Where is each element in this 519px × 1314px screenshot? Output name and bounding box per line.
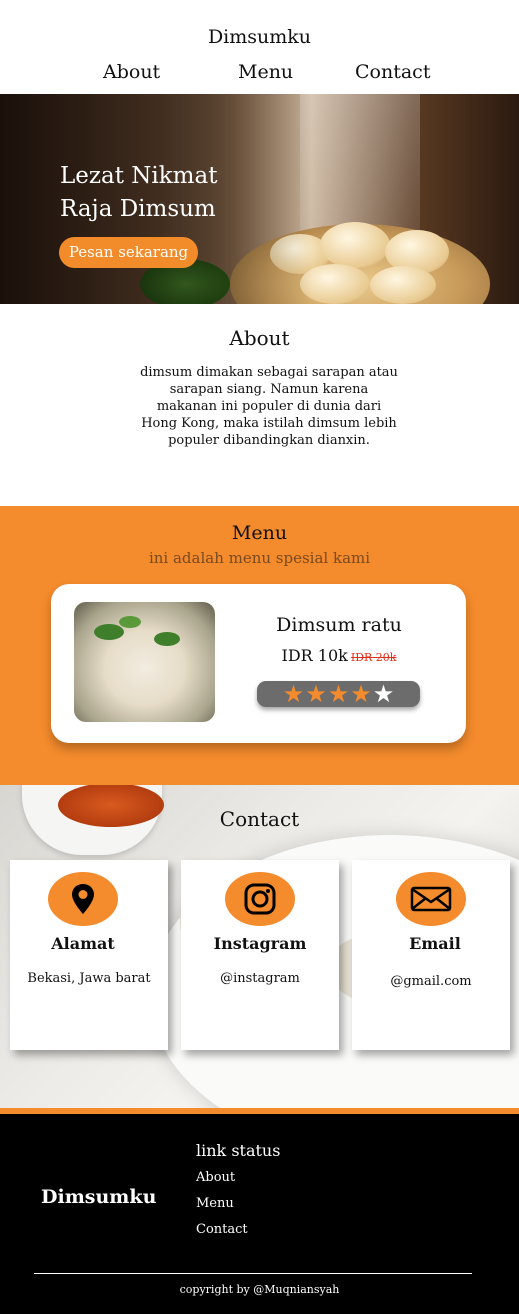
contact-card-email[interactable]: Email @gmail.com xyxy=(352,860,510,1050)
herb-garnish xyxy=(154,632,180,646)
copyright-text: copyright by @Muqniansyah xyxy=(179,1283,340,1296)
dimsum-photo xyxy=(74,602,215,722)
brand-name[interactable]: Dimsumku xyxy=(0,26,519,48)
footer-brand: Dimsumku xyxy=(41,1186,157,1208)
envelope-icon[interactable] xyxy=(396,872,466,926)
footer-links-title: link status xyxy=(196,1141,281,1160)
contact-title: Contact xyxy=(219,807,300,831)
contact-card-value[interactable]: @instagram xyxy=(181,971,339,986)
star-rating: ★ ★ ★ ★ ★ xyxy=(257,681,420,707)
menu-section: Menu ini adalah menu spesial kami Dimsum… xyxy=(0,506,519,785)
site-header: Dimsumku About Menu Contact xyxy=(0,0,519,94)
star-filled-icon: ★ xyxy=(327,680,350,708)
footer-rule xyxy=(34,1273,472,1274)
footer-link-menu[interactable]: Menu xyxy=(196,1196,234,1211)
hero-title-line2: Raja Dimsum xyxy=(60,196,216,222)
nav-link-menu[interactable]: Menu xyxy=(238,61,293,83)
star-filled-icon: ★ xyxy=(282,680,305,708)
nav-link-contact[interactable]: Contact xyxy=(355,61,430,83)
instagram-icon[interactable] xyxy=(225,872,295,926)
menu-title: Menu xyxy=(231,522,288,544)
herb-garnish xyxy=(94,624,124,640)
menu-item-price: IDR 10k IDR 20k xyxy=(259,646,419,665)
contact-section: Contact Alamat Bekasi, Jawa barat Instag… xyxy=(0,785,519,1108)
footer-link-about[interactable]: About xyxy=(196,1170,235,1185)
current-price: IDR 10k xyxy=(281,646,348,665)
location-pin-icon xyxy=(48,872,118,926)
about-text: dimsum dimakan sebagai sarapan atau sara… xyxy=(140,365,398,448)
contact-card-address: Alamat Bekasi, Jawa barat xyxy=(10,860,168,1050)
hero-title: Lezat Nikmat Raja Dimsum xyxy=(60,160,300,226)
contact-card-title: Email xyxy=(409,934,461,953)
contact-card-instagram[interactable]: Instagram @instagram xyxy=(181,860,339,1050)
herb-garnish xyxy=(119,616,141,628)
contact-card-title: Instagram xyxy=(213,934,307,953)
menu-item-name: Dimsum ratu xyxy=(276,614,402,636)
hero-title-line1: Lezat Nikmat xyxy=(60,163,218,189)
site-footer: Dimsumku link status About Menu Contact … xyxy=(0,1114,519,1314)
menu-subtitle: ini adalah menu spesial kami xyxy=(148,549,371,567)
star-empty-icon: ★ xyxy=(372,680,395,708)
footer-link-contact[interactable]: Contact xyxy=(196,1222,248,1237)
star-filled-icon: ★ xyxy=(350,680,372,708)
about-title: About xyxy=(229,326,290,350)
contact-card-value: Bekasi, Jawa barat xyxy=(27,971,151,986)
star-filled-icon: ★ xyxy=(305,680,327,708)
hero-banner: Lezat Nikmat Raja Dimsum Pesan sekarang xyxy=(0,94,519,304)
old-price: IDR 20k xyxy=(350,651,397,664)
order-now-button[interactable]: Pesan sekarang xyxy=(59,237,198,268)
menu-item-card[interactable]: Dimsum ratu IDR 10k IDR 20k ★ ★ ★ ★ ★ xyxy=(51,584,466,743)
nav-link-about[interactable]: About xyxy=(103,61,160,83)
contact-card-title: Alamat xyxy=(51,934,115,953)
contact-card-value[interactable]: @gmail.com xyxy=(352,974,510,989)
